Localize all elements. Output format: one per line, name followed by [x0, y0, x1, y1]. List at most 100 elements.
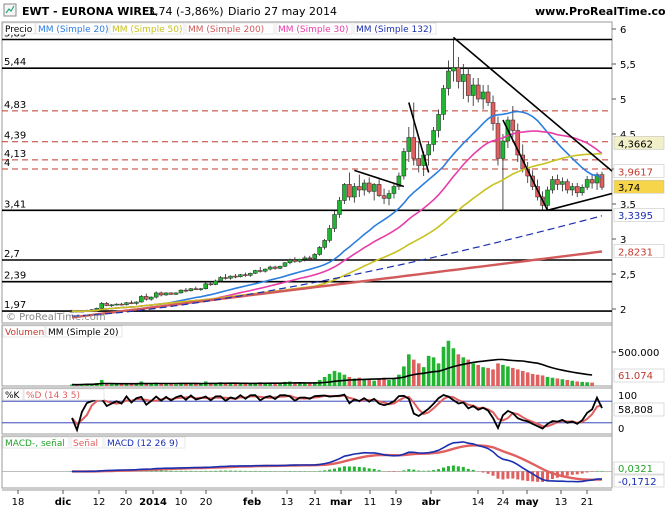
candle-body — [218, 277, 223, 282]
candle-body — [357, 186, 362, 191]
macd-histogram-bar — [422, 470, 426, 472]
volume-bar — [367, 379, 371, 386]
candle — [188, 288, 194, 292]
x-tick-label: 21 — [309, 497, 322, 508]
candle-body — [193, 288, 199, 290]
price-panel — [1, 21, 613, 324]
volume-bar — [540, 375, 545, 386]
candle-body — [560, 181, 565, 185]
candle-body — [332, 214, 337, 229]
candle-body — [361, 182, 367, 191]
y-tick-label: 6 — [620, 25, 626, 36]
level-label: 4,39 — [4, 131, 26, 142]
volume-bar — [441, 346, 446, 386]
candle — [277, 265, 283, 270]
macd-histogram-bar — [342, 466, 346, 472]
candle-body — [589, 179, 595, 184]
candle-body — [545, 189, 550, 206]
candle-body — [456, 67, 461, 82]
volume-bar — [555, 378, 560, 386]
macd-histogram-bar — [427, 470, 431, 472]
legend-entry: Señal — [73, 439, 98, 449]
candle-body — [352, 186, 357, 198]
macd-histogram-bar — [585, 471, 589, 473]
candle-body — [267, 266, 273, 270]
volume-bar — [580, 381, 584, 386]
legend-entry: MM (Simple 30) — [278, 25, 348, 35]
macd-histogram-bar — [456, 466, 460, 472]
y-tick-label: 2,5 — [620, 270, 636, 281]
macd-histogram-bar — [337, 467, 341, 472]
candle-body — [99, 303, 104, 309]
candle-body — [124, 302, 129, 306]
candle-body — [292, 259, 298, 262]
volume-bar — [407, 354, 411, 386]
macd-histogram-bar — [333, 468, 337, 472]
candle-body — [307, 257, 313, 260]
volume-bar — [530, 373, 535, 386]
volume-bar — [481, 367, 485, 386]
x-tick-label: may — [515, 497, 539, 508]
x-tick-label: 14 — [472, 497, 485, 508]
macd-histogram-bar — [496, 471, 500, 479]
candle — [253, 269, 258, 274]
macd-histogram-bar — [511, 471, 515, 479]
candle-body — [119, 303, 124, 306]
legend-entry: MACD-, señal — [5, 439, 65, 449]
y-tick-label: 5 — [620, 95, 626, 106]
volume-bar — [476, 364, 480, 386]
macd-histogram-bar — [159, 470, 163, 472]
volume-bar — [491, 369, 495, 386]
volume-bar — [322, 376, 327, 386]
candle-body — [153, 292, 159, 298]
candle-body — [149, 296, 154, 300]
candle-body — [337, 200, 342, 215]
candle-body — [109, 304, 114, 307]
candle-body — [480, 91, 486, 100]
candle-body — [287, 259, 293, 264]
level-label: 4,83 — [4, 100, 26, 111]
legend-entry: Volumen — [5, 328, 44, 338]
macd-histogram-bar — [437, 469, 441, 472]
candle-body — [555, 179, 560, 185]
brand-link[interactable]: www.ProRealTime.com — [535, 5, 665, 18]
macd-histogram-bar — [204, 470, 208, 472]
macd-histogram-bar — [189, 470, 193, 472]
macd-histogram-bar — [367, 468, 371, 472]
y-tick-label: 5,5 — [620, 60, 636, 71]
x-tick-label: 12 — [93, 497, 106, 508]
candle-body — [233, 275, 238, 278]
candle-body — [139, 296, 144, 303]
candle-body — [386, 193, 392, 199]
macd-histogram-bar — [179, 470, 183, 472]
x-tick-label: 18 — [12, 497, 25, 508]
volume-bar — [545, 376, 550, 386]
candle-body — [178, 289, 184, 294]
macd-histogram-bar — [184, 470, 188, 472]
legend-entry: MM (Simple 50) — [112, 25, 182, 35]
candle-body — [213, 280, 218, 285]
volume-bar — [585, 382, 589, 386]
volume-bar — [421, 367, 426, 386]
macd-histogram-bar — [516, 471, 520, 480]
x-tick-label: 24 — [497, 497, 510, 508]
candle — [495, 116, 501, 166]
macd-histogram-bar — [412, 469, 416, 472]
macd-histogram-bar — [174, 470, 178, 472]
candle-body — [253, 270, 258, 274]
level-label: 5,44 — [4, 57, 26, 68]
macd-histogram-bar — [169, 470, 173, 472]
volume-bar — [129, 384, 134, 386]
candle-body — [129, 302, 134, 304]
candle-body — [272, 266, 278, 269]
right-value-label: 58,808 — [618, 405, 653, 416]
candle-body — [168, 292, 174, 295]
candle-body — [475, 84, 481, 100]
candle-body — [406, 137, 412, 152]
volume-bar — [535, 374, 540, 386]
volume-bar — [520, 370, 525, 386]
volume-bar — [426, 355, 431, 386]
right-value-label: 3,3395 — [618, 211, 653, 222]
candle-body — [485, 91, 491, 103]
volume-bar — [337, 372, 342, 386]
